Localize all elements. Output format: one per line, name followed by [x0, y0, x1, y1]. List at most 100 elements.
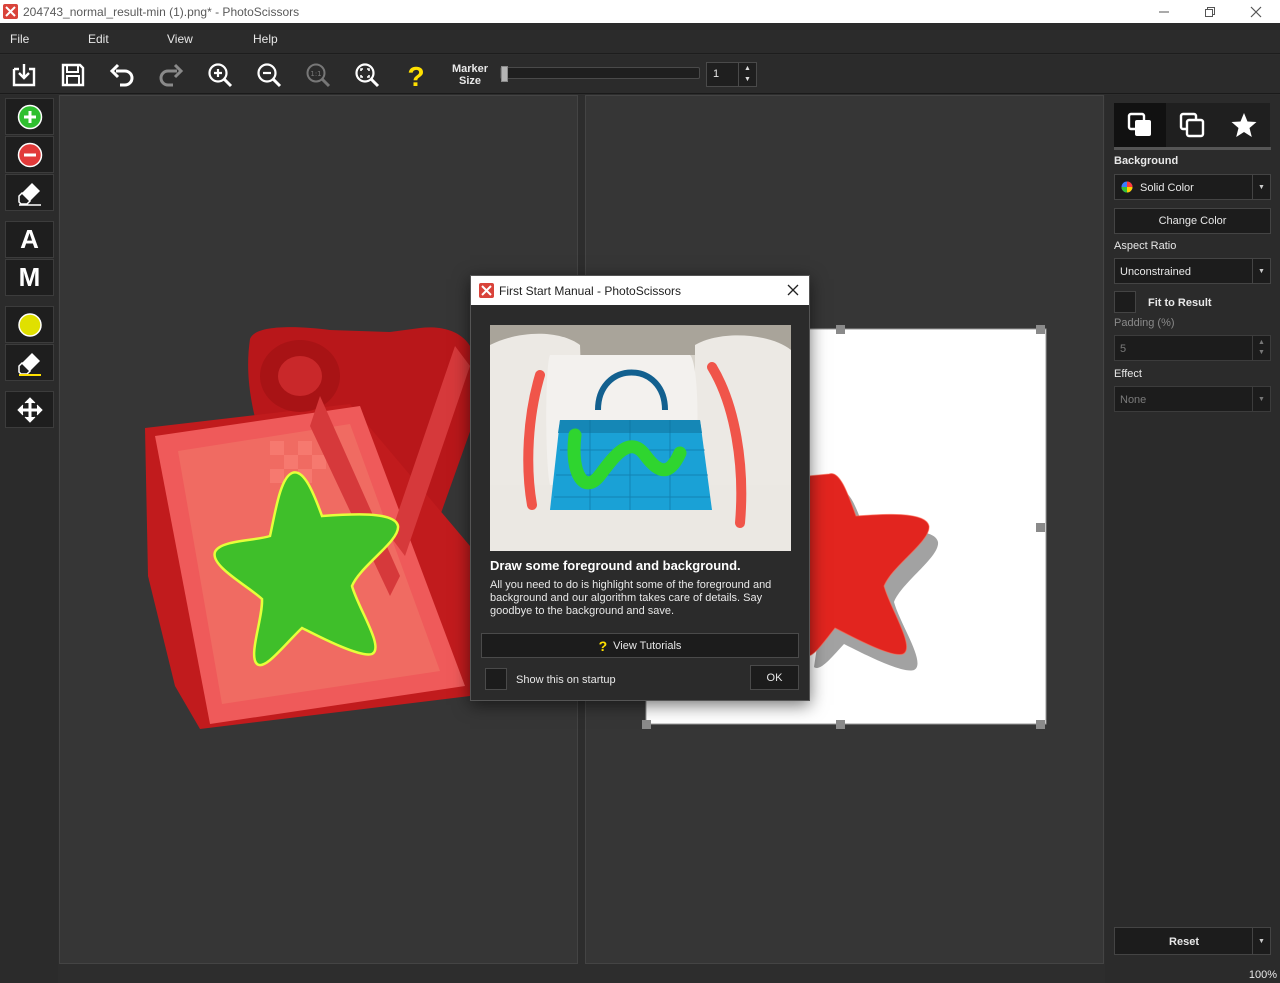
window-title: 204743_normal_result-min (1).png* - Phot…	[23, 5, 300, 19]
foreground-layers-icon	[1179, 112, 1205, 138]
zoom-out-button[interactable]	[252, 58, 286, 92]
ok-button[interactable]: OK	[750, 665, 799, 690]
slider-handle[interactable]	[501, 66, 508, 82]
background-layers-icon	[1127, 112, 1151, 136]
spin-up-icon[interactable]: ▲	[1258, 338, 1265, 348]
marker-label-line2: Size	[458, 75, 481, 87]
redo-icon	[159, 63, 184, 87]
minimize-button[interactable]	[1141, 0, 1187, 23]
marker-size-value[interactable]: 1	[713, 68, 719, 80]
move-tool[interactable]	[5, 391, 54, 428]
open-file-icon	[12, 64, 36, 87]
right-settings-panel: Background Solid Color ▼ Change Color As…	[1105, 95, 1280, 983]
marker-size-label: Marker Size	[448, 63, 492, 87]
background-type-select[interactable]: Solid Color ▼	[1114, 174, 1271, 200]
zoom-fit-icon	[355, 63, 380, 88]
chevron-down-icon[interactable]: ▼	[1252, 387, 1270, 411]
question-mark-icon: ?	[598, 637, 608, 654]
fit-to-result-checkbox[interactable]	[1114, 291, 1136, 313]
tab-effects[interactable]	[1218, 103, 1270, 147]
change-color-button[interactable]: Change Color	[1114, 208, 1271, 234]
aspect-ratio-select[interactable]: Unconstrained ▼	[1114, 258, 1271, 284]
close-icon	[787, 284, 799, 296]
toolbar: 1:1 ? Marker Size 1 ▲ ▼	[0, 55, 1280, 94]
menu-view[interactable]: View	[167, 32, 193, 46]
handbag-sofa-illustration	[490, 325, 791, 551]
color-wheel-icon	[1121, 181, 1133, 193]
spin-down-icon[interactable]: ▼	[739, 74, 756, 85]
tab-underline	[1114, 147, 1271, 150]
open-button[interactable]	[7, 58, 41, 92]
app-logo-icon	[3, 4, 18, 19]
zoom-in-icon	[208, 63, 233, 88]
padding-value: 5	[1120, 343, 1127, 355]
restore-icon	[1205, 6, 1215, 17]
tutorial-illustration	[490, 325, 791, 551]
minus-circle-icon	[17, 142, 42, 167]
help-button[interactable]: ?	[399, 58, 433, 92]
zoom-level-status: 100%	[1248, 969, 1277, 981]
dialog-heading: Draw some foreground and background.	[490, 558, 741, 573]
padding-label: Padding (%)	[1114, 317, 1175, 329]
dialog-body-text: All you need to do is highlight some of …	[490, 579, 772, 617]
chevron-down-icon[interactable]: ▼	[1252, 928, 1270, 954]
eraser-yellow-icon	[17, 352, 41, 376]
marker-label-line1: Marker	[451, 63, 489, 75]
save-button[interactable]	[56, 58, 90, 92]
zoom-fit-button[interactable]	[350, 58, 384, 92]
dialog-close-button[interactable]	[783, 280, 803, 300]
star-icon	[1231, 113, 1257, 137]
left-tool-panel: A M	[0, 95, 58, 983]
actual-size-button[interactable]: 1:1	[301, 58, 335, 92]
spin-arrows[interactable]: ▲ ▼	[1252, 336, 1270, 360]
minimize-icon	[1159, 11, 1169, 12]
tab-background[interactable]	[1114, 103, 1166, 147]
background-type-value: Solid Color	[1140, 182, 1194, 194]
plus-circle-icon	[17, 104, 42, 129]
restore-button[interactable]	[1187, 0, 1233, 23]
first-start-dialog: First Start Manual - PhotoScissors Draw …	[470, 275, 810, 701]
spin-arrows[interactable]: ▲ ▼	[738, 63, 756, 86]
app-logo-icon	[479, 283, 494, 298]
menu-bar: File Edit View Help	[0, 23, 1280, 54]
aspect-ratio-value: Unconstrained	[1120, 266, 1191, 278]
manual-mode-tool[interactable]: M	[5, 259, 54, 296]
menu-edit[interactable]: Edit	[88, 32, 109, 46]
tab-foreground[interactable]	[1166, 103, 1218, 147]
save-icon	[61, 63, 85, 87]
background-label: Background	[1114, 155, 1179, 167]
spin-down-icon[interactable]: ▼	[1258, 348, 1265, 358]
zoom-in-button[interactable]	[203, 58, 237, 92]
menu-file[interactable]: File	[10, 32, 29, 46]
chevron-down-icon[interactable]: ▼	[1252, 175, 1270, 199]
menu-help[interactable]: Help	[253, 32, 278, 46]
marker-size-slider[interactable]	[500, 66, 700, 82]
redo-button[interactable]	[154, 58, 188, 92]
eraser-tool[interactable]	[5, 174, 54, 211]
marker-size-spinbox[interactable]: 1 ▲ ▼	[706, 62, 757, 87]
auto-mode-tool[interactable]: A	[5, 221, 54, 258]
move-arrows-icon	[16, 396, 43, 423]
spin-up-icon[interactable]: ▲	[739, 63, 756, 74]
background-marker-tool[interactable]	[5, 136, 54, 173]
aspect-ratio-label: Aspect Ratio	[1114, 240, 1177, 252]
show-on-startup-checkbox[interactable]	[485, 668, 507, 690]
chevron-down-icon[interactable]: ▼	[1252, 259, 1270, 283]
hair-marker-tool[interactable]	[5, 306, 54, 343]
svg-text:1:1: 1:1	[310, 70, 321, 78]
zoom-out-icon	[257, 63, 282, 88]
hair-eraser-tool[interactable]	[5, 344, 54, 381]
close-window-button[interactable]	[1233, 0, 1279, 23]
effect-label: Effect	[1114, 368, 1142, 380]
question-mark-icon: ?	[407, 61, 424, 89]
view-tutorials-button[interactable]: ? View Tutorials	[481, 633, 799, 658]
dialog-title-bar: First Start Manual - PhotoScissors	[471, 276, 809, 305]
padding-spinbox[interactable]: 5 ▲ ▼	[1114, 335, 1271, 361]
foreground-marker-tool[interactable]	[5, 98, 54, 135]
show-on-startup-label: Show this on startup	[516, 674, 616, 686]
effect-select[interactable]: None ▼	[1114, 386, 1271, 412]
undo-button[interactable]	[105, 58, 139, 92]
reset-button[interactable]: Reset ▼	[1114, 927, 1271, 955]
yellow-circle-icon	[17, 312, 42, 337]
dialog-title: First Start Manual - PhotoScissors	[499, 284, 682, 298]
